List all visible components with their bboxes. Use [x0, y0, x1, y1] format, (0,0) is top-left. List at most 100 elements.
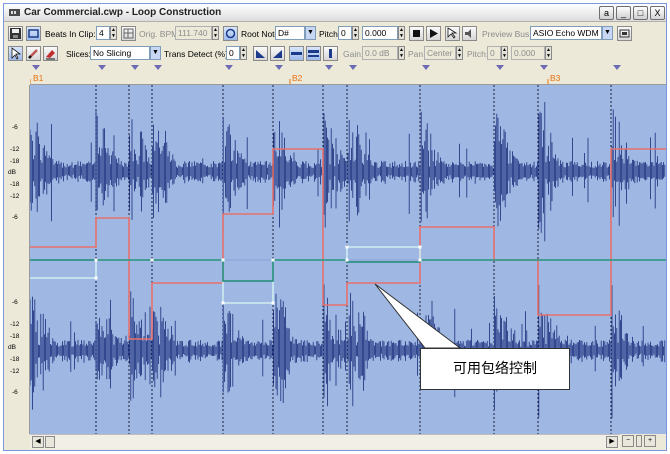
slices-select[interactable]: No Slicing — [90, 46, 150, 60]
zoom-in-button[interactable]: + — [644, 435, 656, 447]
pitch-fine-spinner[interactable]: ▲ ▼ — [398, 26, 405, 40]
slice-marker-2 — [131, 65, 139, 70]
slice-pitch-fine-spinner[interactable]: ▲ ▼ — [545, 46, 552, 60]
annotation-pointer — [374, 283, 462, 349]
window-title: Car Commercial.cwp - Loop Construction — [24, 7, 222, 18]
toolbar-row-2: Slices: No Slicing ▼ Trans Detect (%): 0… — [4, 44, 666, 63]
db-ch2-label-4: -18 — [10, 356, 20, 363]
db-ch1-label-3: -18 — [10, 158, 20, 165]
gain-label: Gain: — [343, 49, 364, 59]
erase-tool-button[interactable] — [43, 46, 58, 61]
pan-label: Pan: — [408, 49, 426, 59]
envelope-node-9 — [345, 245, 349, 249]
volume-envelope-button[interactable] — [289, 46, 304, 61]
pan-envelope-icon — [308, 50, 319, 57]
marker-b1: B1 — [33, 73, 44, 83]
preview-bus-select[interactable]: ASIO Echo WDM Layl — [530, 26, 602, 40]
db-ch1-label-5: -12 — [10, 193, 20, 200]
slice-marker-4 — [225, 65, 233, 70]
pitch-spinner[interactable]: ▲ ▼ — [352, 26, 359, 40]
pitch-fine-field[interactable]: 0.000 — [362, 26, 398, 40]
envelope-node-2 — [221, 258, 225, 262]
speaker-icon — [465, 29, 471, 38]
gain-field[interactable]: 0.0 dB — [362, 46, 398, 60]
preview-bus-dropdown-button[interactable]: ▼ — [602, 26, 613, 40]
slice-pitch-spinner[interactable]: ▲ ▼ — [501, 46, 508, 60]
slice-marker-3 — [154, 65, 162, 70]
loop-construction-app-icon — [9, 9, 20, 16]
pan-spinner[interactable]: ▲ ▼ — [456, 46, 463, 60]
save-button[interactable] — [8, 26, 23, 41]
preview-pointer-button[interactable] — [445, 26, 460, 41]
pitch-envelope-icon — [329, 49, 332, 58]
chevron-down-icon: ▼ — [152, 49, 159, 56]
draw-tool-button[interactable] — [26, 46, 41, 61]
maximize-icon: □ — [637, 8, 644, 18]
beats-in-clip-field[interactable]: 4 — [96, 26, 110, 40]
db-ch1-label-2: -12 — [10, 146, 20, 153]
slice-pitch-field[interactable]: 0 — [487, 46, 501, 60]
slices-dropdown-button[interactable]: ▼ — [150, 46, 161, 60]
title-bar[interactable]: Car Commercial.cwp - Loop Construction a… — [4, 4, 666, 22]
loop-enable-button[interactable] — [26, 26, 41, 41]
trans-detect-field[interactable]: 0 — [226, 46, 240, 60]
slice-pitch-fine-field[interactable]: 0.000 — [511, 46, 545, 60]
marker-b2: B2 — [292, 73, 303, 83]
envelope-node-5 — [418, 258, 422, 262]
slices-label: Slices: — [66, 49, 92, 59]
select-tool-button[interactable] — [8, 46, 23, 61]
pitch-envelope-button[interactable] — [323, 46, 338, 61]
pin-button[interactable]: a — [599, 6, 614, 20]
loop-icon — [28, 29, 39, 38]
envelope-node-10 — [418, 245, 422, 249]
root-note-dropdown-button[interactable]: ▼ — [305, 26, 316, 40]
time-ruler[interactable]: B1 B2 B3 — [30, 64, 666, 85]
close-button[interactable]: X — [650, 6, 665, 20]
follow-project-pitch-button[interactable] — [223, 26, 238, 41]
pan-envelope-line[interactable] — [30, 246, 666, 304]
trans-detect-spinner[interactable]: ▲ ▼ — [240, 46, 247, 60]
root-note-select[interactable]: D# — [275, 26, 305, 40]
pitch-envelope-line[interactable] — [30, 259, 666, 282]
maximize-button[interactable]: □ — [633, 6, 648, 20]
stop-button[interactable] — [409, 26, 424, 41]
tempo-button[interactable] — [121, 26, 136, 41]
close-icon: X — [654, 8, 661, 18]
preview-loop-button[interactable] — [462, 26, 477, 41]
zoom-slider[interactable] — [636, 435, 642, 447]
scroll-thumb[interactable] — [45, 436, 55, 448]
minimize-button[interactable]: _ — [616, 6, 631, 20]
pan-field[interactable]: Center — [424, 46, 456, 60]
waveform-canvas[interactable] — [30, 85, 666, 434]
db-ch1-label-1: -6 — [12, 124, 18, 131]
scroll-left-button[interactable]: ◀ — [32, 436, 44, 448]
db-ch1-unit: dB — [8, 169, 16, 176]
db-ch1-label-4: -18 — [10, 181, 20, 188]
db-ch2-label-1: -6 — [12, 299, 18, 306]
beats-in-clip-label: Beats In Clip: — [45, 29, 96, 39]
eraser-icon — [46, 50, 55, 60]
arrow-right-icon: ▶ — [609, 438, 615, 445]
floppy-disk-icon — [10, 28, 21, 39]
waveform-editor[interactable]: 可用包络控制 — [30, 85, 666, 434]
horizontal-scrollbar[interactable]: ◀ ▶ — [30, 434, 620, 449]
beats-in-clip-spinner[interactable]: ▲ ▼ — [110, 26, 117, 40]
envelope-tool-1-button[interactable] — [253, 46, 268, 61]
scroll-right-button[interactable]: ▶ — [606, 436, 618, 448]
chevron-down-icon: ▼ — [307, 29, 314, 36]
play-button[interactable] — [426, 26, 441, 41]
zoom-in-icon: + — [647, 437, 653, 444]
export-button[interactable] — [617, 26, 632, 41]
pin-icon: a — [603, 8, 609, 18]
zoom-out-button[interactable]: − — [622, 435, 634, 447]
db-ch2-label-2: -12 — [10, 321, 20, 328]
minimize-icon: _ — [620, 8, 626, 18]
pitch-field[interactable]: 0 — [338, 26, 352, 40]
pan-envelope-button[interactable] — [306, 46, 321, 61]
orig-bpm-spinner[interactable]: ▲ ▼ — [212, 26, 219, 40]
envelope-tool-2-button[interactable] — [270, 46, 285, 61]
slice-marker-5 — [275, 65, 283, 70]
orig-bpm-field[interactable]: 111.740 — [175, 26, 212, 40]
gain-spinner[interactable]: ▲ ▼ — [398, 46, 405, 60]
envelope-node-1 — [150, 258, 154, 262]
